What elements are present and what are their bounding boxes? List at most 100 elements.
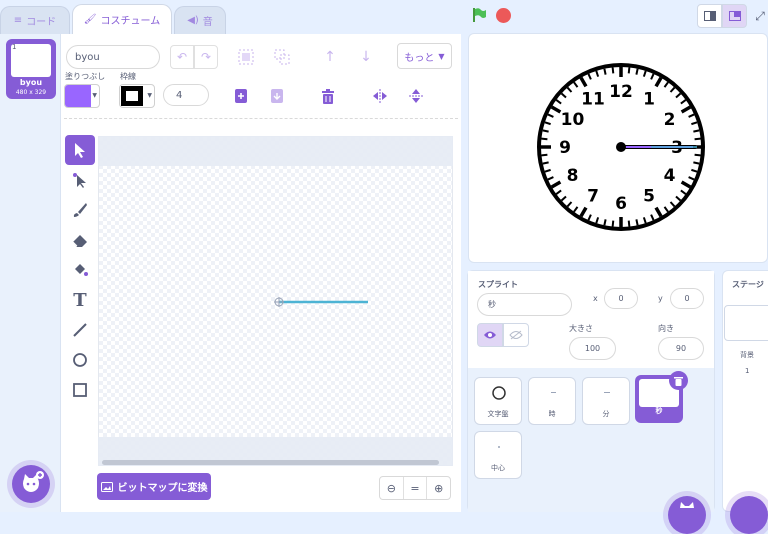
fill-label: 塗りつぶし (65, 72, 106, 81)
clock-number: 10 (561, 110, 585, 130)
add-backdrop-button[interactable] (730, 496, 768, 534)
trash-icon (674, 376, 683, 386)
flip-vertical-icon (409, 89, 423, 103)
sprite-tile[interactable]: 文字盤 (474, 377, 522, 425)
clock-tick (603, 68, 607, 75)
clock-face: 121234567891011 (537, 63, 705, 231)
brush-tool[interactable] (65, 195, 95, 225)
fullscreen-button[interactable]: ⤢ (752, 6, 768, 26)
sprite-tile[interactable]: 中心 (474, 431, 522, 479)
clock-number: 6 (615, 194, 627, 214)
stage-thumbnail[interactable] (724, 305, 768, 341)
add-sprite-button[interactable] (668, 496, 706, 534)
y-input[interactable]: 0 (670, 288, 704, 309)
stroke-color-picker[interactable]: ▼ (119, 84, 155, 108)
clock-tick (603, 219, 607, 226)
paste-button[interactable] (268, 86, 286, 106)
eraser-tool[interactable] (65, 225, 95, 255)
sprite-tile[interactable]: 時 (528, 377, 576, 425)
sprite-header: スプライト (478, 280, 518, 289)
copy-icon (235, 89, 247, 103)
x-label: x (593, 294, 598, 303)
flip-vertical-button[interactable] (405, 85, 427, 107)
clock-tick (635, 219, 639, 226)
stop-button[interactable] (496, 8, 511, 23)
sprite-tile[interactable]: 分 (582, 377, 630, 425)
line-tool[interactable] (65, 315, 95, 345)
fill-color-picker[interactable]: ▼ (64, 84, 100, 108)
arrow-down-icon: ↓ (360, 49, 372, 65)
tab-costumes[interactable]: 🖌 コスチューム (72, 4, 172, 34)
tab-costumes-label: コスチューム (100, 16, 161, 27)
clock-tick (541, 137, 548, 141)
x-input[interactable]: 0 (604, 288, 638, 309)
clock-tick (694, 153, 701, 157)
green-flag-icon[interactable] (471, 7, 487, 23)
delete-button[interactable] (318, 85, 338, 107)
tool-palette: T (63, 134, 96, 404)
clock-number: 12 (609, 82, 633, 102)
copy-button[interactable] (232, 86, 250, 106)
costume-name-input[interactable]: byou (66, 45, 160, 69)
clock-tick (635, 68, 639, 75)
group-button[interactable] (235, 46, 257, 68)
fullscreen-icon: ⤢ (755, 8, 765, 23)
circle-icon (73, 353, 87, 367)
horizontal-scrollbar[interactable] (102, 460, 439, 465)
clock-tick (542, 129, 549, 133)
reshape-tool[interactable] (65, 165, 95, 195)
zoom-in-button[interactable]: ⊕ (427, 477, 450, 499)
y-label: y (658, 294, 663, 303)
line-icon (73, 323, 87, 337)
clock-number: 5 (643, 186, 655, 206)
hide-button[interactable] (503, 323, 529, 347)
circle-tool[interactable] (65, 345, 95, 375)
backward-button[interactable]: ↓ (356, 46, 376, 68)
clock-number: 9 (559, 138, 571, 158)
paint-bucket-icon (75, 264, 88, 276)
more-label: もっと (404, 52, 435, 64)
code-icon: ≡ (13, 15, 23, 26)
caret-down-icon: ▼ (438, 51, 445, 61)
fill-tool[interactable] (65, 255, 95, 285)
show-visible-button[interactable] (477, 323, 503, 347)
clock-tick (611, 220, 615, 227)
clock-center (616, 142, 626, 152)
stroke-width-input[interactable]: 4 (163, 84, 209, 106)
paste-icon (271, 89, 283, 103)
cursor-icon (75, 143, 85, 158)
clock-tick (693, 129, 700, 133)
ungroup-button[interactable] (271, 46, 293, 68)
eye-hidden-icon (509, 330, 523, 340)
small-stage-button[interactable] (697, 4, 722, 28)
direction-input[interactable]: 90 (658, 337, 704, 360)
costume-item-selected[interactable]: 1 byou 480 x 329 (6, 39, 56, 99)
undo-button[interactable]: ↶ (170, 45, 194, 69)
brush-icon (73, 203, 87, 217)
canvas-margin-top (98, 136, 453, 166)
tab-sounds-label: 音 (202, 17, 213, 28)
add-costume-button[interactable] (12, 465, 50, 503)
size-input[interactable]: 100 (569, 337, 616, 360)
sprite-name-input[interactable]: 秒 (477, 293, 572, 316)
redo-button[interactable]: ↷ (194, 45, 218, 69)
tab-sounds[interactable]: ◀) 音 (174, 6, 226, 34)
select-tool[interactable] (65, 135, 95, 165)
zoom-out-button[interactable]: ⊖ (380, 477, 404, 499)
normal-stage-icon (728, 11, 741, 21)
tab-code[interactable]: ≡ コード (0, 6, 70, 34)
text-tool[interactable]: T (65, 285, 95, 315)
flip-horizontal-button[interactable] (369, 85, 391, 107)
sprite-name: 時 (548, 410, 556, 418)
forward-button[interactable]: ↑ (320, 46, 340, 68)
clock-tick (627, 220, 631, 227)
canvas-artwork (274, 297, 368, 307)
convert-to-bitmap-button[interactable]: ビットマップに変換 (97, 473, 211, 500)
delete-sprite-button[interactable] (669, 371, 688, 390)
rectangle-tool[interactable] (65, 375, 95, 405)
zoom-out-icon: ⊖ (386, 481, 396, 495)
clock-tick (694, 137, 701, 141)
zoom-reset-button[interactable]: = (404, 477, 428, 499)
normal-stage-button[interactable] (722, 4, 747, 28)
more-dropdown[interactable]: もっと ▼ (397, 43, 452, 69)
